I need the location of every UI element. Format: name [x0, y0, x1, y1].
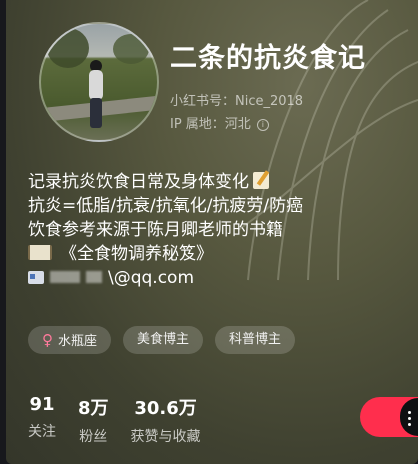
email-icon: [28, 271, 44, 284]
more-icon: [400, 398, 418, 426]
profile-nickname: 二条的抗炎食记: [170, 43, 366, 74]
stat-label: 获赞与收藏: [130, 429, 201, 445]
memo-icon: [253, 172, 269, 189]
stat-value: 30.6万: [134, 398, 197, 419]
avatar[interactable]: [39, 22, 159, 142]
bio-line-2: 抗炎=低脂/抗衰/抗氧化/抗疲劳/防癌: [28, 196, 304, 216]
book-icon: [28, 245, 52, 260]
female-icon: ♀: [42, 331, 53, 349]
bio-line-4: 《全食物调养秘笈》: [60, 244, 213, 264]
profile-stats: 91 关注 8万 粉丝 30.6万 获赞与收藏: [28, 394, 223, 446]
profile-tags: ♀ 水瓶座 美食博主 科普博主: [28, 326, 296, 354]
tag-science-blogger[interactable]: 科普博主: [215, 326, 296, 354]
stat-value: 91: [29, 394, 55, 415]
stat-label: 关注: [28, 424, 56, 440]
stat-likes-collects[interactable]: 30.6万 获赞与收藏: [131, 394, 201, 446]
tag-zodiac[interactable]: ♀ 水瓶座: [28, 326, 112, 354]
bio-email: \@qq.com: [108, 268, 195, 288]
stat-following[interactable]: 91 关注: [28, 394, 56, 446]
redacted-text: [50, 271, 80, 283]
bio-line-1: 记录抗炎饮食日常及身体变化: [28, 172, 249, 192]
ip-location: IP 属地：河北 i: [170, 113, 269, 132]
profile-bio: 记录抗炎饮食日常及身体变化 抗炎=低脂/抗衰/抗氧化/抗疲劳/防癌 饮食参考来源…: [28, 170, 303, 290]
stat-value: 8万: [78, 398, 109, 419]
info-icon[interactable]: i: [256, 119, 269, 131]
stat-label: 粉丝: [79, 429, 108, 445]
bio-line-3: 饮食参考来源于陈月卿老师的书籍: [28, 220, 283, 240]
tag-food-blogger[interactable]: 美食博主: [123, 326, 204, 354]
profile-header: 二条的抗炎食记 小红书号：Nice_2018 IP 属地：河北 i 记录抗炎饮食日…: [6, 0, 418, 464]
ip-location-text: IP 属地：河北: [170, 117, 251, 132]
stat-followers[interactable]: 8万 粉丝: [78, 394, 109, 446]
profile-id[interactable]: 小红书号：Nice_2018: [170, 90, 303, 109]
redacted-text: [86, 271, 102, 283]
